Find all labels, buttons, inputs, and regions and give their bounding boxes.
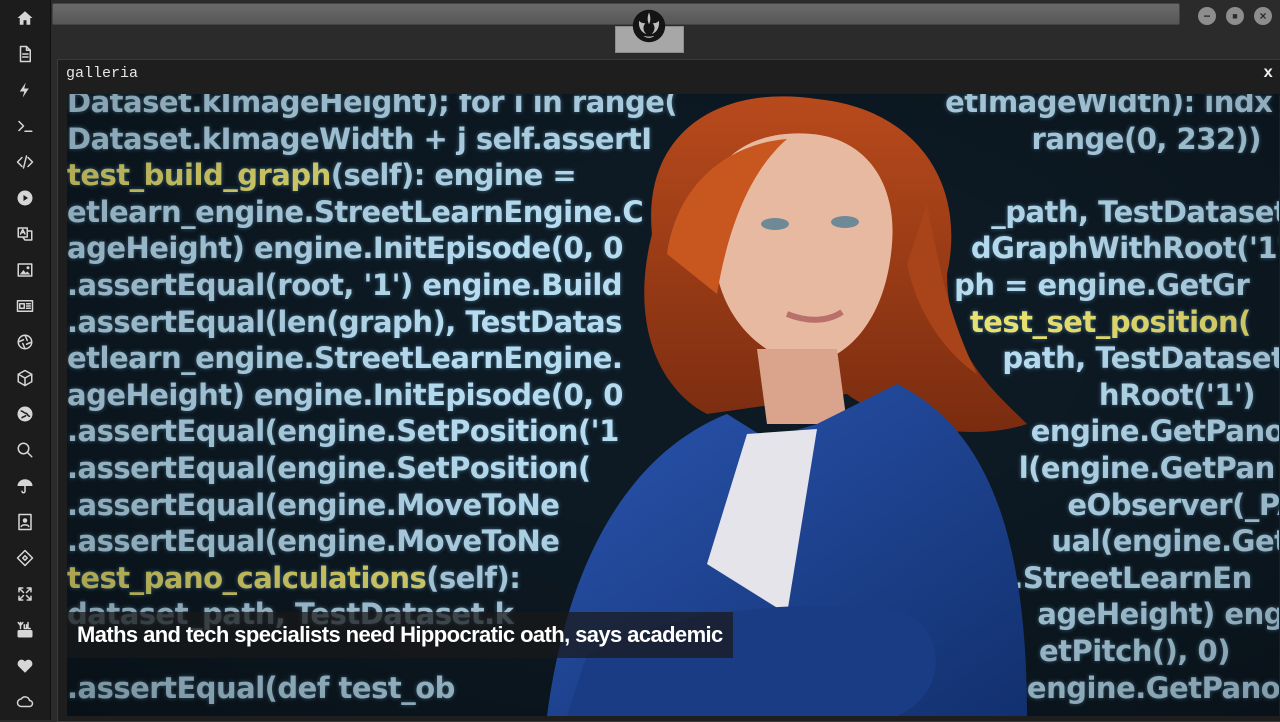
galleria-panel: galleria x Dataset.kImageHeight); for i … [57, 59, 1280, 722]
minimize-button[interactable]: − [1198, 7, 1216, 25]
top-bar[interactable] [52, 3, 1180, 25]
code-icon[interactable] [13, 150, 37, 174]
play-icon[interactable] [13, 186, 37, 210]
heart-icon[interactable] [13, 654, 37, 678]
bolt-icon[interactable] [13, 78, 37, 102]
news-icon[interactable] [13, 294, 37, 318]
gallery-image[interactable]: Dataset.kImageHeight); for i in range(et… [67, 94, 1279, 716]
youtube-icon[interactable] [13, 618, 37, 642]
terminal-icon[interactable] [13, 114, 37, 138]
search-icon[interactable] [13, 438, 37, 462]
close-button[interactable]: × [1254, 7, 1272, 25]
panel-close-button[interactable]: x [1263, 64, 1273, 82]
hexagon-icon[interactable] [13, 366, 37, 390]
umbrella-icon[interactable] [13, 474, 37, 498]
cloud-icon[interactable] [13, 690, 37, 714]
git-diff-icon[interactable] [13, 546, 37, 570]
globe-icon[interactable] [13, 402, 37, 426]
expand-icon[interactable] [13, 582, 37, 606]
rebel-alliance-logo [631, 8, 667, 44]
maximize-button[interactable]: ■ [1226, 7, 1244, 25]
translate-icon[interactable] [13, 222, 37, 246]
panel-title: galleria [66, 65, 139, 82]
document-icon[interactable] [13, 42, 37, 66]
caption-text: Maths and tech specialists need Hippocra… [77, 622, 723, 647]
image-caption: Maths and tech specialists need Hippocra… [67, 612, 733, 658]
contact-card-icon[interactable] [13, 510, 37, 534]
image-icon[interactable] [13, 258, 37, 282]
aperture-icon[interactable] [13, 330, 37, 354]
sidebar [0, 0, 51, 720]
home-icon[interactable] [13, 6, 37, 30]
